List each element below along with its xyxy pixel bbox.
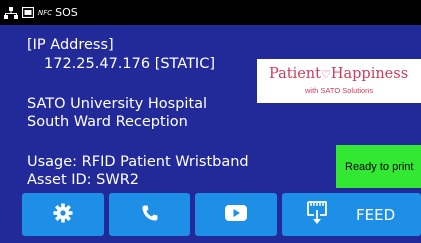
logo: Patient♡Happiness with SATO Solutions [257, 59, 421, 103]
printer-screen: NFC SOS [IP Address] 172.25.47.176 [STAT… [0, 0, 421, 243]
logo-subtitle: with SATO Solutions [305, 86, 374, 95]
status-bar: NFC SOS [0, 0, 421, 25]
ip-address-value: 172.25.47.176 [STATIC] [44, 56, 215, 72]
site-name-line1: SATO University Hospital [27, 96, 208, 112]
play-icon [225, 204, 247, 225]
nfc-icon: NFC [38, 8, 53, 17]
logo-title-left: Patient [269, 66, 321, 82]
network-icon [4, 6, 18, 19]
feed-button[interactable]: FEED [282, 193, 421, 236]
usage-text: Usage: RFID Patient Wristband [27, 154, 249, 170]
feed-icon [306, 200, 328, 230]
feed-label: FEED [356, 205, 396, 224]
phone-icon [141, 204, 159, 226]
gear-icon [53, 203, 73, 227]
sim-card-icon [22, 7, 34, 18]
settings-button[interactable] [22, 193, 104, 236]
status-badge: Ready to print [336, 145, 421, 188]
site-name-line2: South Ward Reception [27, 114, 188, 130]
ip-address-label: [IP Address] [27, 37, 114, 53]
heart-icon: ♡ [320, 68, 331, 81]
sos-label: SOS [55, 6, 78, 19]
logo-title: Patient♡Happiness [269, 66, 421, 82]
video-button[interactable] [195, 193, 277, 236]
logo-title-right: Happiness [330, 66, 409, 82]
phone-button[interactable] [109, 193, 190, 236]
asset-id-text: Asset ID: SWR2 [27, 172, 140, 188]
